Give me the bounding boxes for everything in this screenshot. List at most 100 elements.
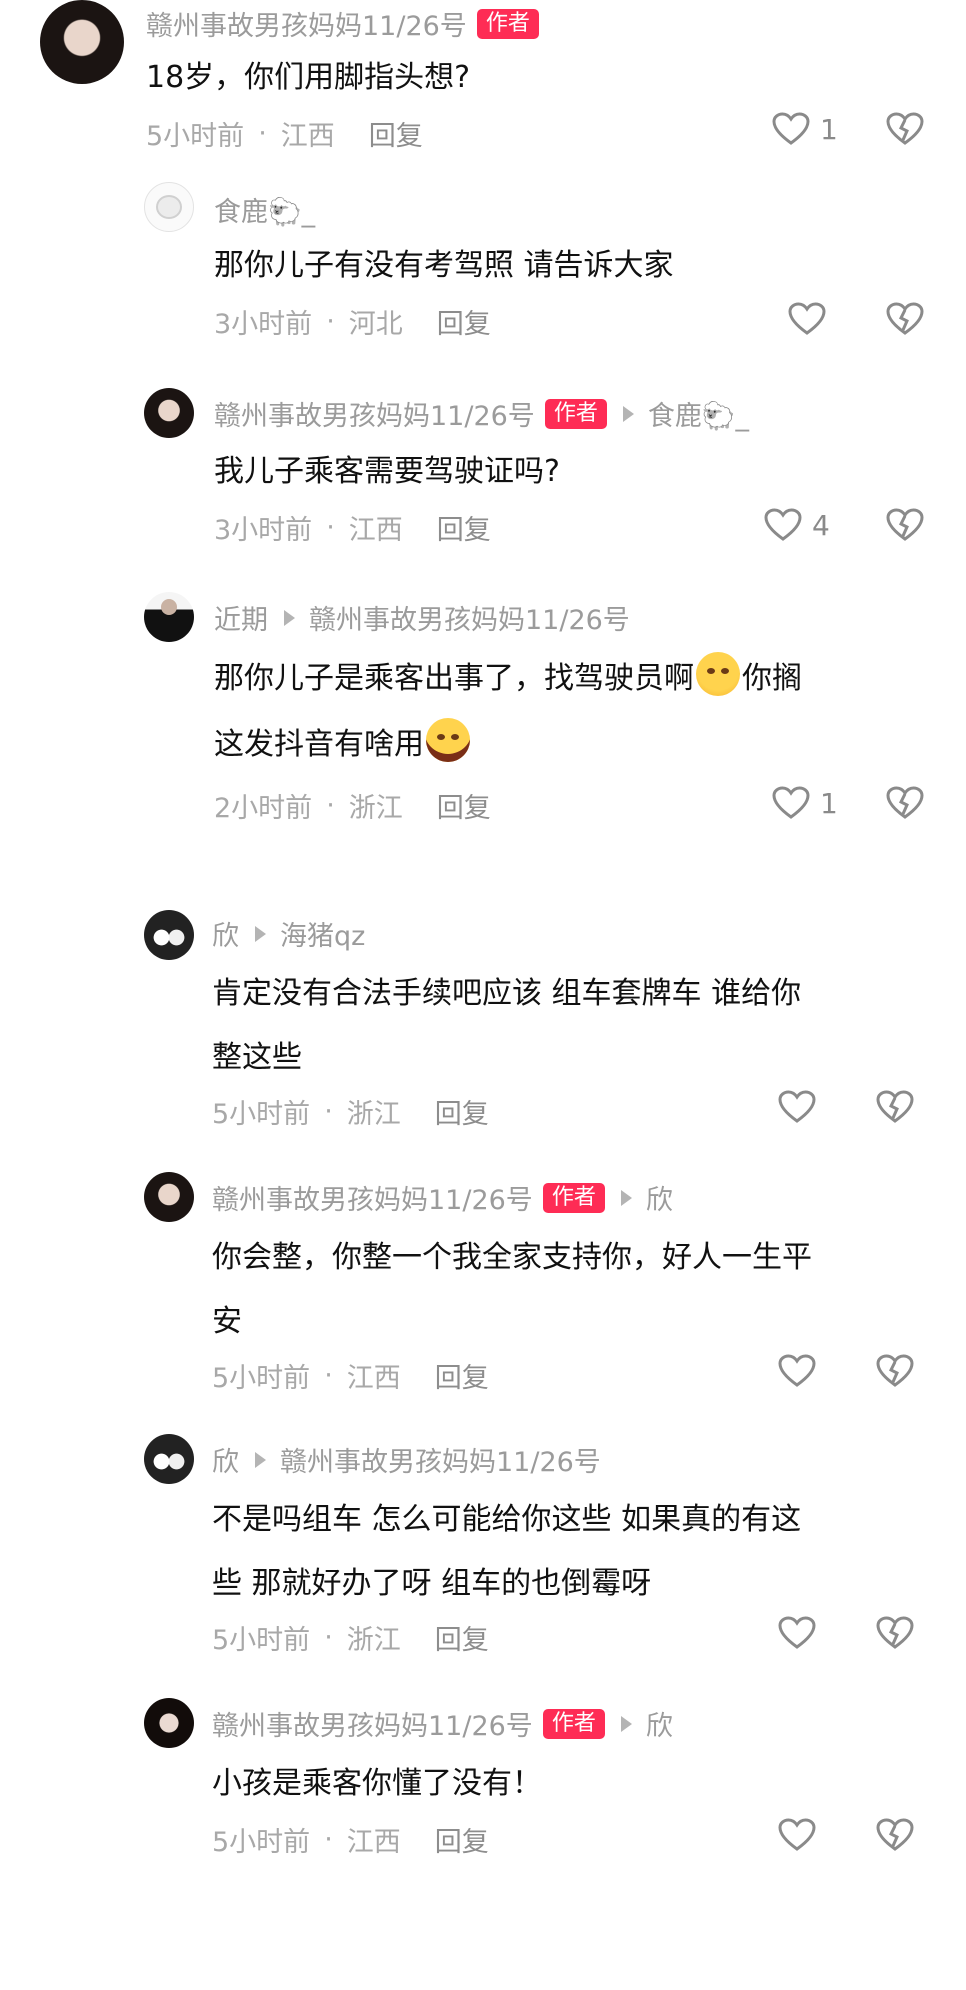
reply-button[interactable]: 回复 (435, 1092, 489, 1131)
triangle-right-icon (620, 1715, 632, 1732)
dislike-button[interactable] (886, 786, 924, 820)
heart-icon (772, 112, 810, 145)
broken-heart-icon (886, 112, 924, 145)
broken-heart-icon (886, 786, 924, 819)
comment-location: 江西 (280, 121, 335, 152)
comment-header: 赣州事故男孩妈妈11/26号 作者 食鹿🐑_ (214, 394, 749, 433)
comment-text: 你会整，你整一个我全家支持你，好人一生平 (212, 1240, 812, 1275)
author-name[interactable]: 赣州事故男孩妈妈11/26号 (212, 1704, 533, 1743)
author-name[interactable]: 欣 (212, 914, 239, 953)
like-button[interactable]: 1 (772, 112, 838, 146)
comment-header: 赣州事故男孩妈妈11/26号 作者 欣 (212, 1178, 673, 1217)
comment-meta: 3小时前 · 江西 回复 (214, 508, 491, 547)
comment-meta: 5小时前 · 江西 回复 (212, 1820, 489, 1859)
comment-meta: 2小时前 · 浙江 回复 (214, 786, 491, 825)
heart-icon (772, 786, 810, 819)
reply-to-name[interactable]: 食鹿🐑_ (648, 394, 749, 433)
author-name[interactable]: 赣州事故男孩妈妈11/26号 (214, 394, 535, 433)
comment-time: 3小时前 (214, 309, 313, 340)
comment-time: 5小时前 (212, 1363, 311, 1394)
author-name[interactable]: 食鹿🐑_ (214, 190, 315, 229)
author-badge: 作者 (476, 8, 539, 39)
comment-text: 安 (212, 1304, 242, 1339)
author-name[interactable]: 近期 (214, 598, 268, 637)
like-button[interactable]: 4 (764, 508, 830, 542)
broken-heart-icon (886, 302, 924, 335)
author-name[interactable]: 赣州事故男孩妈妈11/26号 (146, 4, 467, 43)
heart-icon (778, 1616, 816, 1649)
triangle-right-icon (622, 405, 634, 422)
comment-meta: 5小时前 · 浙江 回复 (212, 1092, 489, 1131)
comment-time: 5小时前 (146, 121, 245, 152)
comment-location: 江西 (348, 515, 403, 546)
reply-button[interactable]: 回复 (369, 114, 423, 153)
reply-button[interactable]: 回复 (437, 302, 491, 341)
triangle-right-icon (255, 925, 266, 942)
comment-text-part: 你搁 (742, 661, 802, 696)
avatar[interactable] (144, 1698, 194, 1748)
dislike-button[interactable] (886, 508, 924, 542)
like-button[interactable] (778, 1616, 816, 1650)
avatar[interactable] (144, 910, 194, 960)
comment-text: 18岁，你们用脚指头想? (146, 60, 471, 95)
heart-icon (778, 1090, 816, 1123)
dislike-button[interactable] (886, 112, 924, 146)
dislike-button[interactable] (876, 1354, 914, 1388)
broken-heart-icon (876, 1090, 914, 1123)
comment-time: 2小时前 (214, 793, 313, 824)
author-badge: 作者 (542, 1182, 605, 1213)
comment-meta: 5小时前 · 江西 回复 (146, 114, 423, 153)
avatar[interactable] (144, 1172, 194, 1222)
reply-button[interactable]: 回复 (437, 786, 491, 825)
reply-to-name[interactable]: 欣 (646, 1704, 673, 1743)
author-name[interactable]: 赣州事故男孩妈妈11/26号 (212, 1178, 533, 1217)
like-count: 1 (820, 786, 838, 820)
triangle-right-icon (284, 609, 295, 626)
laughing-emoji-icon (426, 718, 470, 762)
comment-meta: 3小时前 · 河北 回复 (214, 302, 491, 341)
comment-location: 江西 (346, 1827, 401, 1858)
author-badge: 作者 (544, 398, 607, 429)
heart-icon (778, 1354, 816, 1387)
triangle-right-icon (255, 1451, 266, 1468)
reply-to-name[interactable]: 欣 (646, 1178, 673, 1217)
comment-header: 近期 赣州事故男孩妈妈11/26号 (214, 598, 630, 637)
comment-time: 5小时前 (212, 1625, 311, 1656)
dislike-button[interactable] (886, 302, 924, 336)
comment-time: 5小时前 (212, 1827, 311, 1858)
comment-text: 不是吗组车 怎么可能给你这些 如果真的有这 (212, 1502, 802, 1537)
like-button[interactable] (788, 302, 826, 336)
comment-text: 我儿子乘客需要驾驶证吗? (214, 454, 560, 489)
reply-button[interactable]: 回复 (437, 508, 491, 547)
reply-to-name[interactable]: 海猪qz (280, 914, 365, 953)
like-button[interactable] (778, 1818, 816, 1852)
avatar[interactable] (144, 1434, 194, 1484)
reply-to-name[interactable]: 赣州事故男孩妈妈11/26号 (280, 1440, 601, 1479)
comment-location: 浙江 (346, 1625, 401, 1656)
avatar[interactable] (144, 592, 194, 642)
crying-emoji-icon (696, 652, 740, 696)
reply-button[interactable]: 回复 (435, 1618, 489, 1657)
dislike-button[interactable] (876, 1818, 914, 1852)
reply-button[interactable]: 回复 (435, 1820, 489, 1859)
dislike-button[interactable] (876, 1616, 914, 1650)
triangle-right-icon (620, 1189, 632, 1206)
reply-to-name[interactable]: 赣州事故男孩妈妈11/26号 (309, 598, 630, 637)
like-button[interactable] (778, 1090, 816, 1124)
avatar[interactable] (40, 0, 124, 84)
heart-icon (764, 508, 802, 541)
comment-text: 整这些 (212, 1040, 302, 1075)
reply-button[interactable]: 回复 (435, 1356, 489, 1395)
heart-icon (778, 1818, 816, 1851)
like-button[interactable] (778, 1354, 816, 1388)
like-count: 4 (812, 508, 830, 542)
avatar[interactable] (144, 182, 194, 232)
broken-heart-icon (876, 1354, 914, 1387)
author-name[interactable]: 欣 (212, 1440, 239, 1479)
comment-header: 食鹿🐑_ (214, 190, 315, 229)
like-button[interactable]: 1 (772, 786, 838, 820)
dislike-button[interactable] (876, 1090, 914, 1124)
avatar[interactable] (144, 388, 194, 438)
comment-header: 赣州事故男孩妈妈11/26号 作者 (146, 4, 539, 43)
broken-heart-icon (886, 508, 924, 541)
